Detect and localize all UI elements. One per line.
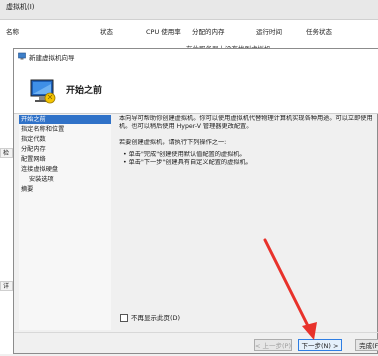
dont-show-again-option[interactable]: 不再显示此页(D): [120, 312, 180, 322]
col-memory[interactable]: 分配的内存: [192, 26, 225, 36]
previous-button[interactable]: < 上一步(P): [254, 339, 292, 351]
wizard-title: 新建虚拟机向导: [29, 54, 75, 62]
dont-show-checkbox[interactable]: [120, 314, 128, 322]
next-button[interactable]: 下一步(N) >: [298, 339, 342, 351]
intro-text-line2: 机。也可以稍后使用 Hyper-V 管理器更改配置。: [119, 123, 253, 130]
bullet-finish: • 单击"完成"创建使用默认值配置的虚拟机。: [123, 151, 246, 158]
col-task-status[interactable]: 任务状态: [306, 26, 332, 36]
nav-item-before-you-begin[interactable]: 开始之前: [19, 115, 111, 124]
col-uptime[interactable]: 运行时间: [256, 26, 282, 36]
nav-item-generation[interactable]: 指定代数: [19, 135, 111, 144]
nav-item-name-location[interactable]: 指定名称和位置: [19, 125, 111, 134]
wizard-content: 本向导可帮助你创建虚拟机。你可以使用虚拟机代替物理计算机实现各种用途。可以立即使…: [119, 115, 377, 330]
wizard-steps-nav: 开始之前 指定名称和位置 指定代数 分配内存 配置网络 连接虚拟硬盘 安装选项 …: [19, 115, 111, 330]
bullet-next: • 单击"下一步"创建具有自定义配置的虚拟机。: [123, 159, 252, 166]
intro-text-line1: 本向导可帮助你创建虚拟机。你可以使用虚拟机代替物理计算机实现各种用途。可以立即使…: [119, 115, 373, 122]
vm-column-header: 名称 状态 CPU 使用率 分配的内存 运行时间 任务状态: [0, 26, 378, 36]
vm-section-title: 虚拟机(I): [0, 0, 378, 20]
col-name[interactable]: 名称: [6, 26, 19, 36]
new-vm-wizard-dialog: 新建虚拟机向导 开始之前 开始之前 指定名称和位置 指定代数 分配内存 配置网络…: [13, 48, 378, 354]
col-status[interactable]: 状态: [100, 26, 113, 36]
wizard-titlebar: 新建虚拟机向导: [14, 49, 378, 64]
page-title: 开始之前: [66, 86, 103, 96]
finish-button[interactable]: 完成(F): [355, 339, 378, 351]
nav-item-summary[interactable]: 摘要: [19, 185, 111, 194]
details-panel-stub[interactable]: 详: [0, 281, 13, 291]
nav-item-network[interactable]: 配置网络: [19, 155, 111, 164]
monitor-icon: [30, 79, 56, 104]
nav-item-install-options[interactable]: 安装选项: [19, 175, 111, 184]
wizard-header: 开始之前: [14, 63, 378, 114]
nav-item-virtual-disk[interactable]: 连接虚拟硬盘: [19, 165, 111, 174]
wizard-title-icon: [18, 52, 26, 60]
vm-section-label: 虚拟机(I): [6, 3, 35, 11]
instruction-text: 若要创建虚拟机，请执行下列操作之一:: [119, 139, 227, 146]
col-cpu[interactable]: CPU 使用率: [146, 26, 181, 36]
dont-show-label: 不再显示此页(D): [131, 314, 181, 322]
wizard-button-bar: < 上一步(P) 下一步(N) > 完成(F): [14, 332, 378, 356]
nav-item-memory[interactable]: 分配内存: [19, 145, 111, 154]
checkpoints-panel-stub[interactable]: 检: [0, 148, 13, 158]
